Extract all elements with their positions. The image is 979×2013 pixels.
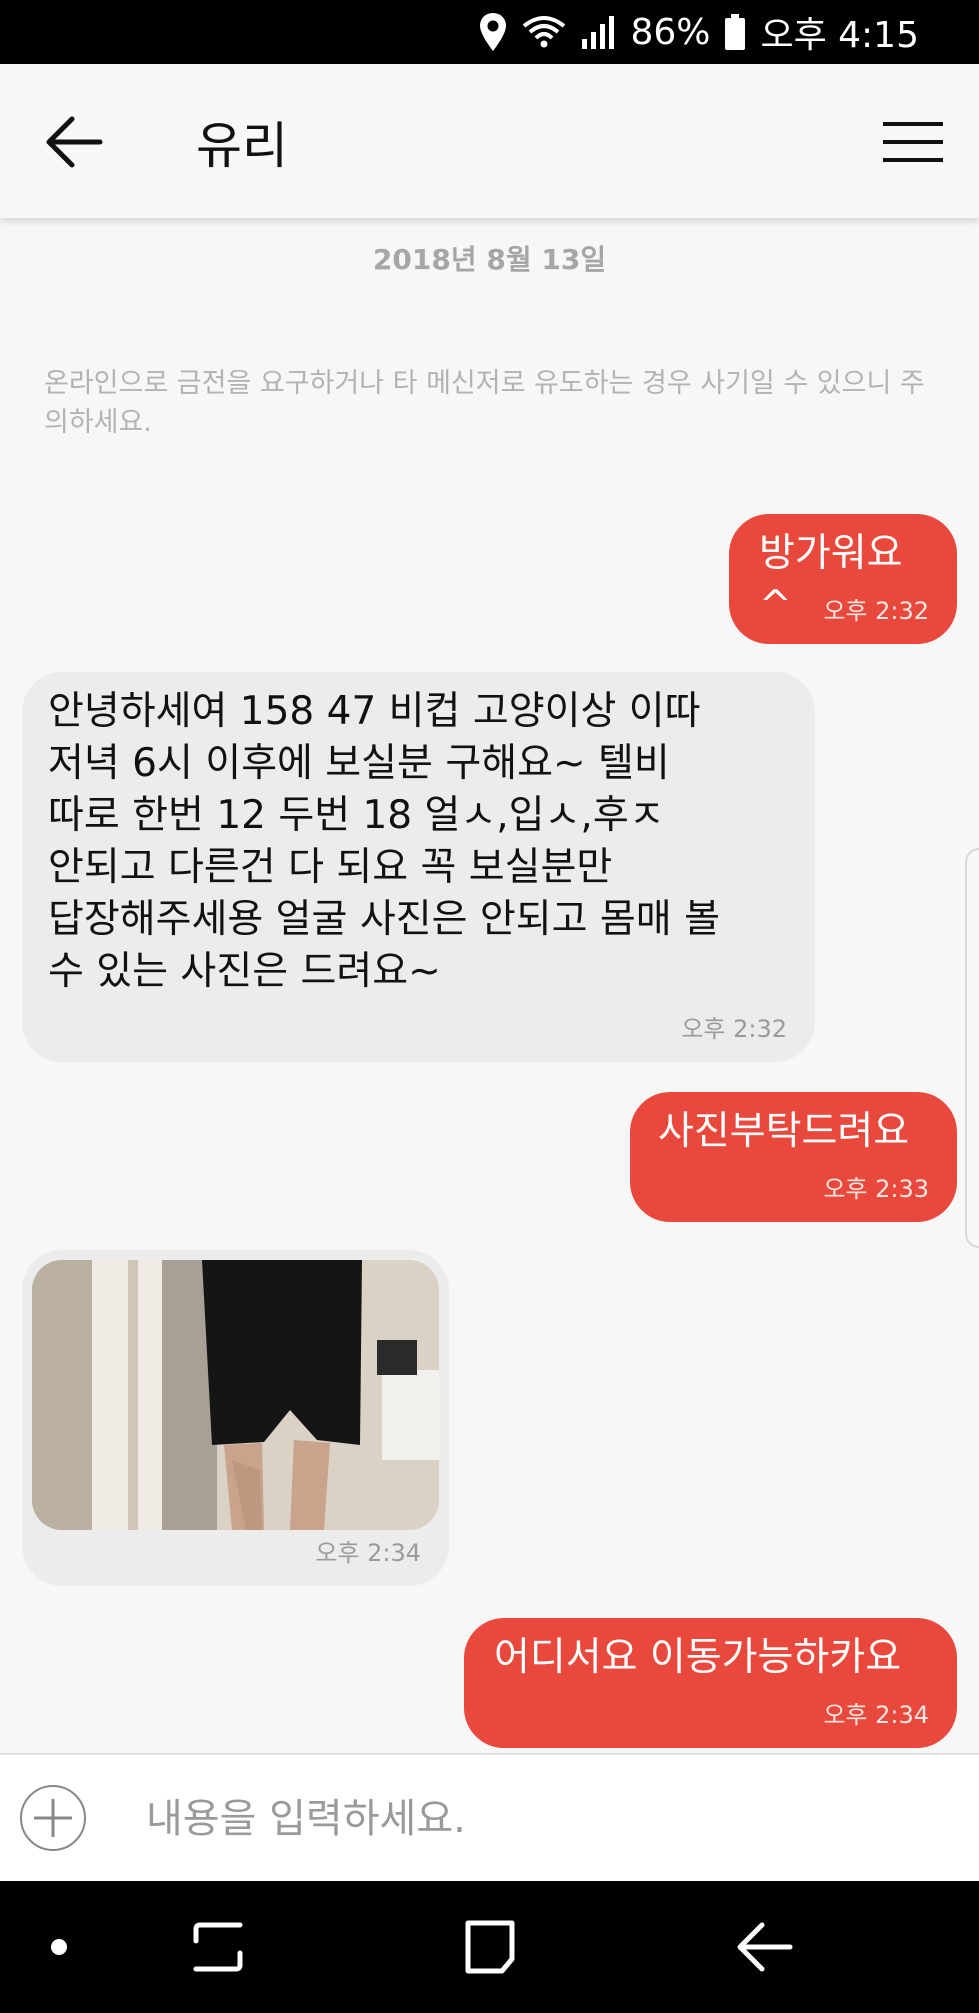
recent-apps-icon bbox=[193, 1922, 243, 1972]
status-bar: 86% 오후 4:15 bbox=[0, 0, 979, 64]
message-time: 오후 2:33 bbox=[823, 1175, 929, 1203]
home-icon bbox=[465, 1920, 515, 1974]
message-time: 오후 2:34 bbox=[315, 1539, 421, 1567]
message-time: 오후 2:34 bbox=[823, 1701, 929, 1729]
app-bar: 유리 bbox=[0, 64, 979, 218]
wifi-icon bbox=[522, 14, 566, 50]
location-icon bbox=[478, 12, 508, 52]
message-input-bar bbox=[0, 1753, 979, 1881]
home-button[interactable] bbox=[462, 1917, 518, 1981]
menu-icon bbox=[883, 122, 943, 162]
message-bubble-outgoing[interactable]: 사진부탁드려요 오후 2:33 bbox=[630, 1092, 957, 1222]
nav-dot-icon bbox=[51, 1939, 67, 1955]
recent-apps-button[interactable] bbox=[190, 1917, 246, 1981]
attach-button[interactable] bbox=[20, 1785, 86, 1851]
message-input[interactable] bbox=[144, 1777, 948, 1861]
message-bubble-incoming[interactable]: 안녕하세여 158 47 비컵 고양이상 이따 저녁 6시 이후에 보실분 구해… bbox=[22, 672, 815, 1062]
nav-dot-button[interactable] bbox=[44, 1927, 74, 1971]
status-time: 오후 4:15 bbox=[760, 15, 919, 56]
back-arrow-icon bbox=[46, 116, 103, 168]
system-nav-bar bbox=[0, 1881, 979, 2013]
date-divider: 2018년 8월 13일 bbox=[372, 243, 607, 276]
chat-title: 유리 bbox=[196, 117, 288, 175]
photo-message-bubble[interactable]: 오후 2:34 bbox=[22, 1250, 449, 1586]
status-icons: 86% 오후 4:15 bbox=[478, 0, 919, 64]
message-text: 어디서요 이동가능하카요 bbox=[494, 1635, 902, 1680]
message-text: 안녕하세여 158 47 비컵 고양이상 이따 저녁 6시 이후에 보실분 구해… bbox=[48, 689, 720, 994]
message-list[interactable]: 2018년 8월 13일 온라인으로 금전을 요구하거나 타 메신저로 유도하는… bbox=[0, 218, 979, 1753]
shared-photo[interactable] bbox=[32, 1260, 439, 1530]
message-text: 사진부탁드려요 bbox=[658, 1109, 910, 1154]
signal-icon bbox=[580, 15, 616, 49]
battery-percent: 86% bbox=[630, 11, 711, 53]
scroll-indicator[interactable] bbox=[965, 848, 979, 1248]
back-button[interactable] bbox=[44, 114, 104, 170]
message-bubble-outgoing[interactable]: 어디서요 이동가능하카요 오후 2:34 bbox=[464, 1618, 957, 1748]
battery-icon bbox=[724, 13, 746, 51]
plus-icon bbox=[34, 1799, 72, 1837]
menu-button[interactable] bbox=[881, 120, 945, 164]
chat-screen: 86% 오후 4:15 유리 2018년 8월 13일 온라인으로 금전을 요구… bbox=[0, 0, 979, 2013]
message-bubble-outgoing[interactable]: 방가워요^ 오후 2:32 bbox=[729, 514, 957, 644]
message-time: 오후 2:32 bbox=[823, 597, 929, 625]
nav-back-button[interactable] bbox=[734, 1917, 794, 1981]
message-time: 오후 2:32 bbox=[681, 1015, 787, 1043]
scam-warning-notice: 온라인으로 금전을 요구하거나 타 메신저로 유도하는 경우 사기일 수 있으니… bbox=[44, 368, 925, 438]
nav-back-icon bbox=[737, 1922, 793, 1972]
